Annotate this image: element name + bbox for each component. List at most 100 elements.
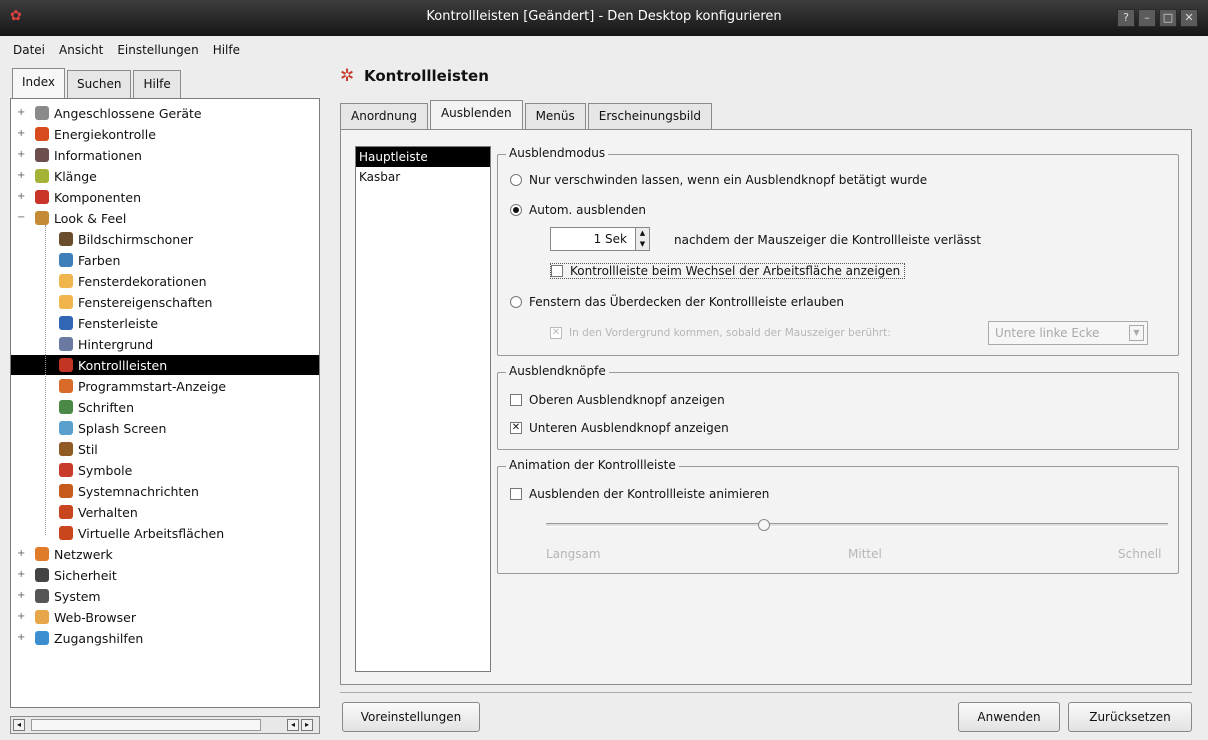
tree-item[interactable]: Systemnachrichten <box>11 481 199 501</box>
tree-item[interactable]: Symbole <box>11 460 132 480</box>
tree-item[interactable]: Informationen <box>11 145 142 165</box>
taskbar-icon <box>59 316 73 330</box>
close-icon[interactable]: ✕ <box>1180 9 1198 27</box>
checkbox[interactable] <box>551 265 563 277</box>
tree-item[interactable]: Web-Browser <box>11 607 136 627</box>
tree-item-label: Systemnachrichten <box>78 483 199 499</box>
group-title: Animation der Kontrollleiste <box>506 458 679 472</box>
tab-ausblenden[interactable]: Ausblenden <box>429 100 523 129</box>
minimize-icon[interactable]: – <box>1138 9 1156 27</box>
spin-arrows-icon[interactable]: ▲ ▼ <box>636 227 650 251</box>
option-label: Nur verschwinden lassen, wenn ein Ausble… <box>529 173 928 187</box>
tree-item[interactable]: Fensterleiste <box>11 313 158 333</box>
checkbox-animate[interactable]: Ausblenden der Kontrollleiste animieren <box>510 487 769 501</box>
radio-button[interactable] <box>510 174 522 186</box>
reset-button[interactable]: Zurücksetzen <box>1068 702 1192 732</box>
ausblenden-panel: Hauptleiste Kasbar Ausblendmodus Nur ver… <box>340 129 1192 685</box>
radio-button[interactable] <box>510 204 522 216</box>
checkbox-show-on-switch[interactable]: Kontrollleiste beim Wechsel der Arbeitsf… <box>550 263 906 279</box>
window-title: Kontrollleisten [Geändert] - Den Desktop… <box>426 9 782 24</box>
checkbox-raise-on-touch[interactable]: ✕ In den Vordergrund kommen, sobald der M… <box>550 327 891 339</box>
tree-item[interactable]: Farben <box>11 250 120 270</box>
tree-item[interactable]: Netzwerk <box>11 544 113 564</box>
tree-item[interactable]: Verhalten <box>11 502 138 522</box>
delay-spinbox[interactable]: 1 Sek ▲ ▼ <box>550 227 650 251</box>
apply-button[interactable]: Anwenden <box>958 702 1060 732</box>
tab-hilfe[interactable]: Hilfe <box>133 70 181 98</box>
look-feel-icon <box>35 211 49 225</box>
radio-allow-cover[interactable]: Fenstern das Überdecken der Kontrollleis… <box>510 295 844 309</box>
separator <box>340 692 1192 693</box>
tree-item[interactable]: Schriften <box>11 397 134 417</box>
tree-item[interactable]: Bildschirmschoner <box>11 229 193 249</box>
colors-icon <box>59 253 73 267</box>
speed-slider-track[interactable] <box>546 523 1168 527</box>
menu-einstellungen[interactable]: Einstellungen <box>112 41 203 59</box>
sidebar-tabs: Index Suchen Hilfe <box>12 68 183 98</box>
expand-icon[interactable]: + <box>17 149 25 160</box>
expand-icon[interactable]: + <box>17 590 25 601</box>
corner-select[interactable]: Untere linke Ecke ▼ <box>988 321 1148 345</box>
tree-item[interactable]: Fenstereigenschaften <box>11 292 212 312</box>
tree-item[interactable]: Look & Feel <box>11 208 126 228</box>
module-tree[interactable]: Angeschlossene Geräte + Energiekontrolle + I… <box>10 98 320 708</box>
menu-hilfe[interactable]: Hilfe <box>208 41 245 59</box>
expand-icon[interactable]: + <box>17 611 25 622</box>
expand-icon[interactable]: + <box>17 107 25 118</box>
security-icon <box>35 568 49 582</box>
scroll-left-icon[interactable]: ◂ <box>13 719 25 731</box>
tree-item[interactable]: Splash Screen <box>11 418 166 438</box>
tab-anordnung[interactable]: Anordnung <box>340 103 428 129</box>
tree-item[interactable]: Energiekontrolle <box>11 124 156 144</box>
list-item[interactable]: Hauptleiste <box>356 147 490 167</box>
expand-icon[interactable]: + <box>17 170 25 181</box>
radio-button[interactable] <box>510 296 522 308</box>
checkbox-top-button[interactable]: Oberen Ausblendknopf anzeigen <box>510 393 725 407</box>
help-icon[interactable]: ? <box>1117 9 1135 27</box>
expand-icon[interactable]: + <box>17 191 25 202</box>
expand-icon[interactable]: + <box>17 632 25 643</box>
notifications-icon <box>59 484 73 498</box>
behavior-icon <box>59 505 73 519</box>
tree-item-label: Komponenten <box>54 189 142 205</box>
tree-item[interactable]: Zugangshilfen <box>11 628 143 648</box>
tree-item[interactable]: Angeschlossene Geräte <box>11 103 202 123</box>
expand-icon[interactable]: + <box>17 569 25 580</box>
menu-ansicht[interactable]: Ansicht <box>54 41 108 59</box>
checkbox[interactable] <box>510 394 522 406</box>
tree-item[interactable]: Hintergrund <box>11 334 153 354</box>
scroll-thumb[interactable] <box>31 719 261 731</box>
menu-datei[interactable]: Datei <box>8 41 50 59</box>
tree-item[interactable]: Programmstart-Anzeige <box>11 376 226 396</box>
delay-value[interactable]: 1 Sek <box>550 227 636 251</box>
tree-item[interactable]: Virtuelle Arbeitsflächen <box>11 523 224 543</box>
checkbox[interactable] <box>510 488 522 500</box>
panel-list[interactable]: Hauptleiste Kasbar <box>355 146 491 672</box>
speed-slider-handle[interactable] <box>757 519 770 531</box>
tree-item[interactable]: Fensterdekorationen <box>11 271 207 291</box>
tree-item[interactable]: Kontrollleisten <box>11 355 319 375</box>
tree-item[interactable]: Komponenten <box>11 187 141 207</box>
defaults-button[interactable]: Voreinstellungen <box>342 702 480 732</box>
tab-index[interactable]: Index <box>12 68 66 98</box>
scroll-left-icon-2[interactable]: ◂ <box>287 719 299 731</box>
list-item[interactable]: Kasbar <box>356 167 490 187</box>
tab-erscheinungsbild[interactable]: Erscheinungsbild <box>587 103 713 129</box>
chevron-down-icon[interactable]: ▼ <box>1129 325 1144 341</box>
collapse-icon[interactable]: − <box>17 212 25 223</box>
horizontal-scrollbar[interactable]: ◂ ◂ ▸ <box>10 716 320 734</box>
expand-icon[interactable]: + <box>17 128 25 139</box>
tree-item[interactable]: Stil <box>11 439 98 459</box>
maximize-icon[interactable]: □ <box>1159 9 1177 27</box>
tab-menues[interactable]: Menüs <box>524 103 586 129</box>
radio-auto-hide[interactable]: Autom. ausblenden <box>510 203 646 217</box>
radio-manual-hide[interactable]: Nur verschwinden lassen, wenn ein Ausble… <box>510 173 927 187</box>
expand-icon[interactable]: + <box>17 548 25 559</box>
checkbox-bottom-button[interactable]: ✕ Unteren Ausblendknopf anzeigen <box>510 421 729 435</box>
checkbox[interactable]: ✕ <box>550 327 562 339</box>
tab-suchen[interactable]: Suchen <box>67 70 132 98</box>
tree-item[interactable]: Sicherheit <box>11 565 117 585</box>
scroll-right-icon[interactable]: ▸ <box>301 719 313 731</box>
title-bar[interactable]: ✿ Kontrollleisten [Geändert] - Den Deskt… <box>0 0 1208 36</box>
checkbox[interactable]: ✕ <box>510 422 522 434</box>
